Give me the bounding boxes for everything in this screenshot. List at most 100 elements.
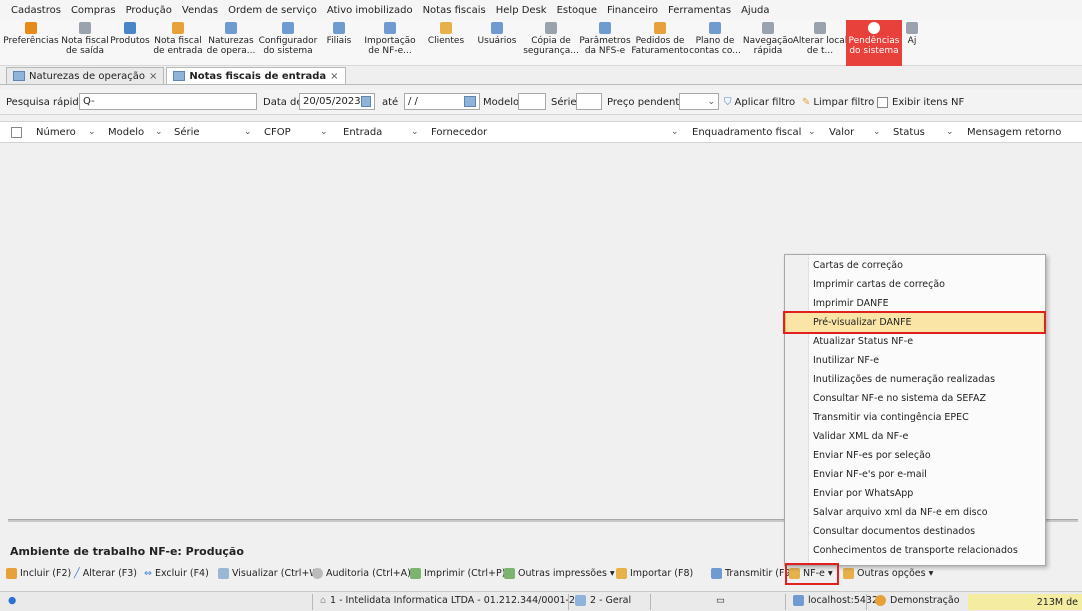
company-status[interactable]: ⌂ 1 - Intelidata Informatica LTDA - 01.21… — [320, 595, 581, 606]
close-icon[interactable]: × — [149, 71, 157, 82]
menu-ordem-servico[interactable]: Ordem de serviço — [223, 5, 322, 16]
toolbar-params-button[interactable]: Parâmetros da NFS-e — [578, 20, 632, 66]
other-prints-button[interactable]: Outras impressões ▾ — [504, 568, 615, 579]
toolbar-navigate-button[interactable]: Navegação rápida — [742, 20, 794, 66]
series-label: Série — [551, 97, 577, 108]
menu-help-desk[interactable]: Help Desk — [491, 5, 552, 16]
context-menu-item[interactable]: Enviar por WhatsApp — [813, 485, 913, 503]
toolbar-grid-button[interactable]: Naturezas de opera... — [206, 20, 256, 66]
context-menu-item[interactable]: Cartas de correção — [813, 257, 903, 275]
menu-ferramentas[interactable]: Ferramentas — [663, 5, 736, 16]
tab-notas-fiscais-entrada[interactable]: Notas fiscais de entrada × — [166, 67, 346, 84]
col-mensagem-retorno[interactable]: Mensagem retorno — [967, 127, 1061, 138]
col-modelo[interactable]: Modelo — [108, 127, 144, 138]
pending-price-select[interactable]: ⌄ — [679, 93, 719, 110]
col-cfop[interactable]: CFOP — [264, 127, 291, 138]
other-options-button[interactable]: Outras opções ▾ — [843, 568, 933, 579]
branch-status[interactable]: 2 - Geral — [575, 595, 631, 606]
divider — [866, 594, 867, 610]
toolbar-accounts-button[interactable]: Plano de contas co... — [688, 20, 742, 66]
col-serie[interactable]: Série — [174, 127, 200, 138]
context-menu-item[interactable]: Consultar documentos destinados — [813, 523, 975, 541]
toolbar-help-button[interactable]: Aj — [902, 20, 922, 66]
toolbar-backup-button[interactable]: Cópia de segurança... — [523, 20, 579, 66]
context-menu-item[interactable]: Salvar arquivo xml da NF-e em disco — [813, 504, 988, 522]
view-button[interactable]: Visualizar (Ctrl+W) — [218, 568, 322, 579]
context-menu-item[interactable]: Consultar NF-e no sistema da SEFAZ — [813, 390, 986, 408]
include-label: Incluir (F2) — [20, 568, 72, 579]
chevron-down-icon[interactable]: ⌄ — [671, 127, 679, 137]
col-enquadramento[interactable]: Enquadramento fiscal — [692, 127, 801, 138]
menu-producao[interactable]: Produção — [121, 5, 177, 16]
context-menu-item[interactable]: Enviar NF-e's por e-mail — [813, 466, 927, 484]
toolbar-gear-button[interactable]: Preferências — [2, 20, 60, 66]
toolbar-config-button[interactable]: Configurador do sistema — [256, 20, 320, 66]
include-button[interactable]: Incluir (F2) — [6, 568, 71, 579]
toolbar-user-button[interactable]: Clientes — [422, 20, 470, 66]
calendar-icon[interactable] — [360, 96, 371, 107]
col-numero[interactable]: Número — [36, 127, 76, 138]
toolbar-branch-button[interactable]: Filiais — [320, 20, 358, 66]
toolbar-import-button[interactable]: Importação de NF-e... — [358, 20, 422, 66]
context-menu-item[interactable]: Inutilizar NF-e — [813, 352, 879, 370]
annotation-box-nfe — [785, 563, 839, 585]
chevron-down-icon[interactable]: ⌄ — [88, 127, 96, 137]
menu-vendas[interactable]: Vendas — [177, 5, 223, 16]
menu-gutter — [785, 255, 809, 565]
menu-ajuda[interactable]: Ajuda — [736, 5, 774, 16]
context-menu-item[interactable]: Atualizar Status NF-e — [813, 333, 913, 351]
import-button[interactable]: Importar (F8) — [616, 568, 693, 579]
context-menu-item[interactable]: Validar XML da NF-e — [813, 428, 908, 446]
transmit-button[interactable]: Transmitir (F9) — [711, 568, 794, 579]
menu-notas-fiscais[interactable]: Notas fiscais — [418, 5, 491, 16]
toolbar-home-button[interactable]: Alterar local de t... — [793, 20, 847, 66]
col-status[interactable]: Status — [893, 127, 925, 138]
chevron-down-icon[interactable]: ⌄ — [873, 127, 881, 137]
toolbar-label: Naturezas de opera... — [206, 36, 256, 56]
chevron-down-icon[interactable]: ⌄ — [155, 127, 163, 137]
col-fornecedor[interactable]: Fornecedor — [431, 127, 487, 138]
chevron-down-icon[interactable]: ⌄ — [320, 127, 328, 137]
chevron-down-icon[interactable]: ⌄ — [244, 127, 252, 137]
toolbar-box-button[interactable]: Produtos — [110, 20, 150, 66]
calendar-icon[interactable] — [464, 96, 476, 107]
chevron-down-icon[interactable]: ⌄ — [946, 127, 954, 137]
delete-button[interactable]: ⇔ Excluir (F4) — [144, 568, 209, 579]
quick-search-input[interactable]: Q- — [79, 93, 257, 110]
print-button[interactable]: Imprimir (Ctrl+P) — [410, 568, 505, 579]
workspace-title: Ambiente de trabalho NF-e: Produção — [10, 545, 244, 558]
model-input[interactable] — [518, 93, 546, 110]
context-menu-item[interactable]: Enviar NF-es por seleção — [813, 447, 931, 465]
series-input[interactable] — [576, 93, 602, 110]
col-valor[interactable]: Valor — [829, 127, 854, 138]
toolbar-users-button[interactable]: Usuários — [470, 20, 524, 66]
clear-filter-button[interactable]: ✎ Limpar filtro — [802, 97, 874, 108]
date-to-label: até — [382, 97, 399, 108]
chevron-down-icon[interactable]: ⌄ — [411, 127, 419, 137]
toolbar-orders-button[interactable]: Pedidos de Faturamento — [631, 20, 689, 66]
menu-cadastros[interactable]: Cadastros — [6, 5, 66, 16]
date-to-field[interactable]: / / — [404, 93, 480, 110]
context-menu-item[interactable]: Transmitir via contingência EPEC — [813, 409, 969, 427]
context-menu-item[interactable]: Imprimir cartas de correção — [813, 276, 945, 294]
context-menu-item[interactable]: Conhecimentos de transporte relacionados — [813, 542, 1018, 560]
alter-button[interactable]: ╱ Alterar (F3) — [74, 568, 137, 579]
tab-naturezas-operacao[interactable]: Naturezas de operação × — [6, 67, 165, 84]
menu-estoque[interactable]: Estoque — [552, 5, 602, 16]
audit-button[interactable]: Auditoria (Ctrl+A) — [312, 568, 411, 579]
date-from-field[interactable]: 20/05/2023 — [299, 93, 375, 110]
menu-compras[interactable]: Compras — [66, 5, 121, 16]
toolbar-invoice-in-button[interactable]: Nota fiscal de entrada — [150, 20, 206, 66]
toolbar-invoice-out-button[interactable]: Nota fiscal de saída — [60, 20, 110, 66]
col-entrada[interactable]: Entrada — [343, 127, 382, 138]
apply-filter-button[interactable]: ⛉ Aplicar filtro — [724, 97, 795, 108]
menu-financeiro[interactable]: Financeiro — [602, 5, 663, 16]
menu-ativo-imobilizado[interactable]: Ativo imobilizado — [322, 5, 418, 16]
user-status[interactable]: Demonstração — [875, 595, 960, 606]
context-menu-item[interactable]: Inutilizações de numeração realizadas — [813, 371, 995, 389]
close-icon[interactable]: × — [330, 71, 338, 82]
toolbar-alert-button[interactable]: Pendências do sistema — [846, 20, 902, 66]
show-items-checkbox[interactable]: Exibir itens NF — [877, 97, 964, 108]
chevron-down-icon[interactable]: ⌄ — [808, 127, 816, 137]
select-all-checkbox[interactable] — [11, 127, 22, 138]
